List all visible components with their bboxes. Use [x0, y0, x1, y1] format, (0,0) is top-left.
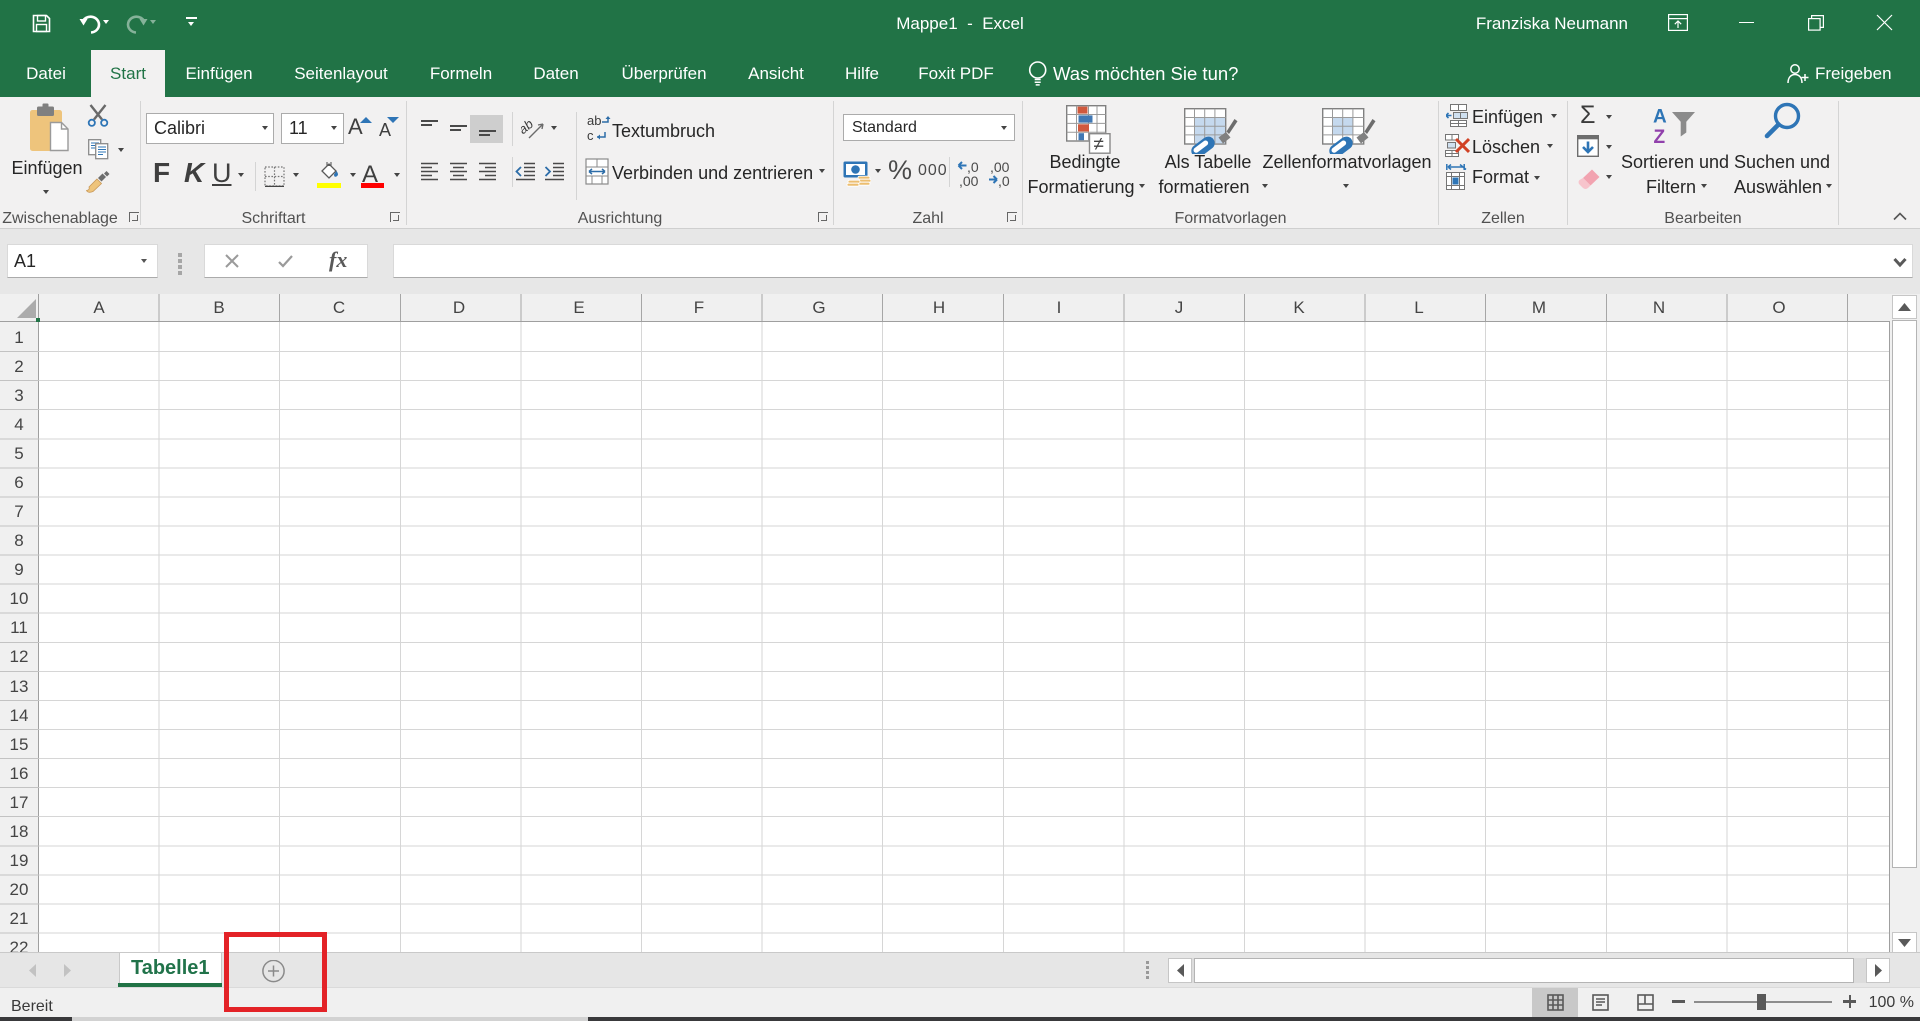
svg-text:,0: ,0: [998, 173, 1010, 189]
svg-text:Z: Z: [1654, 127, 1666, 145]
svg-text:A: A: [1653, 107, 1667, 128]
svg-text:ab: ab: [587, 114, 601, 128]
svg-text:,00: ,00: [959, 173, 979, 189]
svg-text:c: c: [587, 128, 594, 143]
